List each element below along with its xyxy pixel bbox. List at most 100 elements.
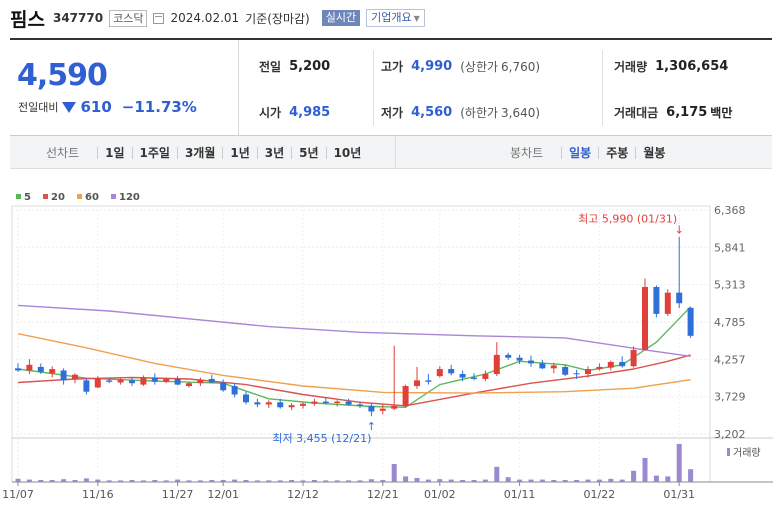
volume-bar	[585, 479, 591, 482]
volume-bar	[676, 444, 682, 482]
candle-body	[391, 405, 398, 409]
max-price-label: 최고 5,990 (01/31)	[578, 213, 677, 226]
candle-body	[265, 402, 272, 405]
volume-label: 거래량	[614, 60, 648, 74]
volume-bar	[437, 479, 443, 482]
volume-bar	[494, 466, 500, 482]
period-1w[interactable]: 1주일	[131, 146, 177, 159]
volume-bar	[642, 458, 648, 482]
candle-body	[243, 394, 249, 403]
candle-body	[60, 370, 67, 381]
candle-body	[379, 408, 386, 411]
candle-body	[72, 374, 78, 379]
volume-bar	[631, 470, 637, 482]
period-bar: 선차트 1일 1주일 3개월 1년 3년 5년 10년 봉차트 일봉 주봉 월봉	[10, 136, 772, 169]
period-3y[interactable]: 3년	[256, 146, 291, 159]
x-tick-label: 01/31	[663, 488, 695, 501]
day-low: 저가 4,560 (하한가 3,640)	[381, 104, 540, 121]
volume-bar	[289, 480, 295, 482]
volume-bar	[551, 480, 557, 482]
volume-bar	[49, 480, 55, 482]
candle-body	[151, 377, 158, 382]
candle-body	[687, 307, 694, 336]
period-5y[interactable]: 5년	[291, 146, 325, 159]
trade-amount: 거래대금 6,175 백만	[614, 104, 732, 121]
candle-body	[163, 378, 170, 382]
candle-body	[425, 380, 432, 382]
volume-bar	[197, 480, 203, 482]
volume-bar	[562, 480, 568, 482]
high-label: 고가	[381, 60, 404, 74]
candle-body	[436, 369, 443, 377]
realtime-button[interactable]: 실시간	[321, 10, 361, 26]
candle-body	[471, 377, 477, 379]
candle-daily[interactable]: 일봉	[561, 146, 598, 159]
candle-chart-periods: 봉차트 일봉 주봉 월봉	[510, 136, 672, 169]
volume-bar	[83, 478, 89, 482]
volume-bar	[118, 480, 124, 482]
period-1y[interactable]: 1년	[222, 146, 256, 159]
candle-body	[630, 349, 637, 367]
volume-bar	[665, 476, 671, 482]
divider	[602, 50, 603, 126]
legend-swatch	[43, 194, 48, 199]
x-tick-label: 11/16	[82, 488, 114, 501]
period-1d[interactable]: 1일	[97, 146, 131, 159]
low-label: 저가	[381, 106, 404, 120]
price-box: 4,590 전일대비 610 −11.73%	[10, 40, 239, 136]
candle-weekly[interactable]: 주봉	[598, 146, 635, 159]
volume-bar	[539, 479, 545, 482]
candle-body	[277, 402, 284, 408]
volume-bar	[15, 478, 21, 482]
company-overview-label: 기업개요	[371, 11, 412, 24]
candle-body	[585, 369, 591, 375]
volume-bar	[596, 479, 602, 482]
legend-swatch	[16, 194, 21, 199]
y-tick-label: 3,729	[714, 391, 746, 404]
volume-bar	[505, 477, 511, 482]
volume-bar	[574, 480, 580, 482]
volume: 거래량 1,306,654	[614, 58, 728, 75]
y-tick-label: 4,257	[714, 353, 746, 366]
candle-body	[197, 379, 204, 384]
volume-bar	[129, 480, 135, 482]
period-3m[interactable]: 3개월	[176, 146, 222, 159]
x-tick-label: 01/11	[504, 488, 536, 501]
candle-body	[676, 292, 683, 304]
candle-body	[493, 354, 500, 375]
day-high: 고가 4,990 (상한가 6,760)	[381, 58, 540, 75]
volume-bar	[26, 479, 32, 482]
min-price-label: 최저 3,455 (12/21)	[272, 432, 371, 445]
candle-body	[562, 366, 569, 375]
candle-body	[607, 361, 614, 368]
candle-body	[140, 377, 147, 385]
company-overview-button[interactable]: 기업개요 ▼	[366, 9, 425, 27]
volume-bar	[186, 480, 192, 482]
open-price: 시가 4,985	[259, 104, 330, 121]
volume-bar	[380, 480, 386, 482]
volume-bar	[346, 480, 352, 482]
market-badge: 코스닥	[109, 9, 148, 27]
quote-panel: 4,590 전일대비 610 −11.73% 전일 5,200 고가 4,990…	[10, 38, 772, 136]
volume-bar	[528, 479, 534, 482]
legend-label-ma120: 120	[119, 192, 140, 203]
candle-body	[528, 360, 534, 364]
volume-legend-swatch	[727, 448, 730, 456]
volume-bar	[243, 480, 249, 482]
period-10y[interactable]: 10년	[325, 146, 369, 159]
candle-body	[368, 405, 375, 412]
candle-body	[26, 364, 33, 371]
stock-name: 핌스	[10, 8, 45, 31]
amount-value: 6,175	[666, 105, 708, 120]
volume-bar	[653, 475, 659, 482]
x-tick-label: 01/22	[584, 488, 616, 501]
candle-body	[174, 378, 181, 385]
x-tick-label: 11/27	[162, 488, 194, 501]
candle-monthly[interactable]: 월봉	[635, 146, 672, 159]
volume-bar	[61, 479, 67, 482]
amount-unit: 백만	[710, 106, 733, 120]
candle-body	[573, 373, 580, 375]
volume-bar	[619, 479, 625, 482]
volume-bar	[311, 480, 317, 482]
change-percent: −11.73%	[121, 98, 197, 116]
